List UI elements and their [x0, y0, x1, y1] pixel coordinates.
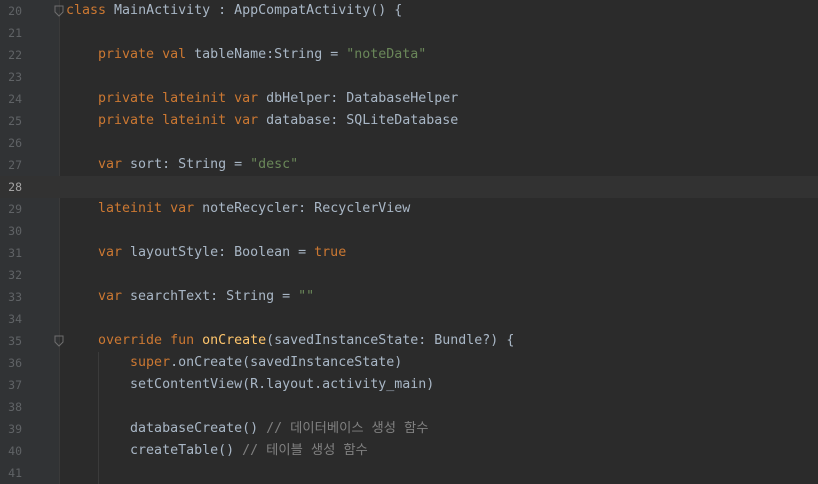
code-token: onCreate — [202, 333, 267, 348]
code-token: setContentView(R.layout.activity_main) — [66, 377, 435, 392]
line-number: 35 — [8, 334, 22, 348]
code-token: database: SQLiteDatabase — [266, 113, 459, 128]
code-token: lateinit — [162, 113, 235, 128]
line-number: 31 — [8, 246, 22, 260]
line-number: 22 — [8, 48, 22, 62]
code-token: // 테이블 생성 함수 — [242, 443, 368, 458]
line-number: 20 — [8, 4, 22, 18]
code-token: lateinit — [162, 91, 235, 106]
line-number: 26 — [8, 136, 22, 150]
line-number: 39 — [8, 422, 22, 436]
fold-marker-icon[interactable] — [54, 335, 64, 347]
code-line[interactable]: 28 — [0, 176, 818, 198]
code-token: searchText: String = — [130, 289, 299, 304]
code-line[interactable]: 27 var sort: String = "desc" — [0, 154, 818, 176]
code-token: databaseCreate() — [66, 421, 267, 436]
code-text: private lateinit var database: SQLiteDat… — [66, 110, 458, 132]
line-number: 23 — [8, 70, 22, 84]
code-token: MainActivity : AppCompatActivity() { — [114, 3, 403, 18]
code-line[interactable]: 29 lateinit var noteRecycler: RecyclerVi… — [0, 198, 818, 220]
code-text: var sort: String = "desc" — [66, 154, 298, 176]
code-line[interactable]: 35 override fun onCreate(savedInstanceSt… — [0, 330, 818, 352]
code-token: sort: String = — [130, 157, 251, 172]
code-line[interactable]: 37 setContentView(R.layout.activity_main… — [0, 374, 818, 396]
code-token: private — [66, 91, 163, 106]
code-token: lateinit — [66, 201, 171, 216]
code-editor[interactable]: 20 class MainActivity : AppCompatActivity… — [0, 0, 818, 484]
line-number: 32 — [8, 268, 22, 282]
code-line[interactable]: 34 — [0, 308, 818, 330]
code-line[interactable]: 31 var layoutStyle: Boolean = true — [0, 242, 818, 264]
code-token: tableName:String = — [194, 47, 347, 62]
code-line[interactable]: 20 class MainActivity : AppCompatActivity… — [0, 0, 818, 22]
line-number: 40 — [8, 444, 22, 458]
code-token: fun — [170, 333, 203, 348]
code-line[interactable]: 30 — [0, 220, 818, 242]
code-text: databaseCreate() // 데이터베이스 생성 함수 — [66, 418, 429, 440]
code-token: private — [66, 113, 163, 128]
code-token: (savedInstanceState: Bundle?) { — [266, 333, 515, 348]
code-text: lateinit var noteRecycler: RecyclerView — [66, 198, 410, 220]
line-number: 33 — [8, 290, 22, 304]
code-token: "desc" — [250, 157, 299, 172]
code-token: override — [66, 333, 171, 348]
line-number: 29 — [8, 202, 22, 216]
code-token: true — [314, 245, 347, 260]
code-token: .onCreate(savedInstanceState) — [170, 355, 403, 370]
code-line[interactable]: 22 private val tableName:String = "noteD… — [0, 44, 818, 66]
code-token: "noteData" — [346, 47, 427, 62]
line-number: 30 — [8, 224, 22, 238]
code-text: var searchText: String = "" — [66, 286, 314, 308]
code-line[interactable]: 25 private lateinit var database: SQLite… — [0, 110, 818, 132]
indent-guide — [98, 352, 99, 484]
code-token: var — [66, 289, 131, 304]
line-number: 38 — [8, 400, 22, 414]
code-token: // 데이터베이스 생성 함수 — [266, 421, 429, 436]
code-line[interactable]: 36 super.onCreate(savedInstanceState) — [0, 352, 818, 374]
code-text: super.onCreate(savedInstanceState) — [66, 352, 402, 374]
code-token: layoutStyle: Boolean = — [130, 245, 315, 260]
code-token: var — [66, 245, 131, 260]
code-text: private val tableName:String = "noteData… — [66, 44, 426, 66]
line-number: 25 — [8, 114, 22, 128]
code-text: override fun onCreate(savedInstanceState… — [66, 330, 514, 352]
code-text: createTable() // 테이블 생성 함수 — [66, 440, 368, 462]
fold-marker-icon[interactable] — [54, 5, 64, 17]
code-line[interactable]: 24 private lateinit var dbHelper: Databa… — [0, 88, 818, 110]
line-number: 36 — [8, 356, 22, 370]
code-line[interactable]: 23 — [0, 66, 818, 88]
code-token: private — [66, 47, 163, 62]
code-token: "" — [298, 289, 315, 304]
code-text: class MainActivity : AppCompatActivity()… — [66, 0, 402, 22]
code-token: var — [234, 91, 267, 106]
code-token: dbHelper: DatabaseHelper — [266, 91, 459, 106]
code-text: var layoutStyle: Boolean = true — [66, 242, 346, 264]
code-text: private lateinit var dbHelper: DatabaseH… — [66, 88, 458, 110]
code-token: var — [234, 113, 267, 128]
code-line[interactable]: 40 createTable() // 테이블 생성 함수 — [0, 440, 818, 462]
code-token: val — [162, 47, 195, 62]
code-token: noteRecycler: RecyclerView — [202, 201, 411, 216]
code-line[interactable]: 38 — [0, 396, 818, 418]
line-number: 34 — [8, 312, 22, 326]
code-text: setContentView(R.layout.activity_main) — [66, 374, 434, 396]
code-line[interactable]: 21 — [0, 22, 818, 44]
code-token: class — [66, 3, 115, 18]
code-token: createTable() — [66, 443, 243, 458]
line-number: 37 — [8, 378, 22, 392]
line-number: 27 — [8, 158, 22, 172]
code-line[interactable]: 26 — [0, 132, 818, 154]
code-line[interactable]: 32 — [0, 264, 818, 286]
code-line[interactable]: 33 var searchText: String = "" — [0, 286, 818, 308]
line-number: 28 — [8, 180, 22, 194]
code-line[interactable]: 41 — [0, 462, 818, 484]
code-token: var — [170, 201, 203, 216]
line-number: 21 — [8, 26, 22, 40]
code-token: var — [66, 157, 131, 172]
line-number: 41 — [8, 466, 22, 480]
code-line[interactable]: 39 databaseCreate() // 데이터베이스 생성 함수 — [0, 418, 818, 440]
code-token: super — [66, 355, 171, 370]
line-number: 24 — [8, 92, 22, 106]
